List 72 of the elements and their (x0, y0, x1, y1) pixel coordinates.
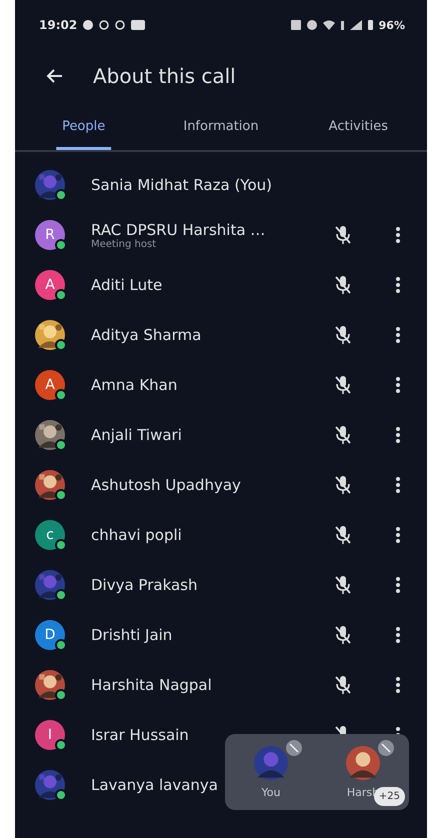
vibrate-icon (340, 20, 344, 30)
participant-role: Meeting host (91, 238, 158, 250)
more-icon[interactable] (395, 325, 401, 345)
online-dot (55, 689, 67, 701)
mic-off-icon (378, 740, 394, 756)
more-icon[interactable] (395, 525, 401, 545)
nfc-icon (290, 20, 301, 30)
tab[interactable]: People (56, 102, 112, 150)
more-icon[interactable] (395, 275, 401, 295)
avatar: c (35, 520, 65, 550)
more-icon[interactable] (395, 475, 401, 495)
avatar: A (35, 270, 65, 300)
mic-off-icon[interactable] (333, 224, 353, 246)
online-dot (55, 439, 67, 451)
participant-name: Anjali Tiwari (91, 426, 182, 444)
signal-icon (350, 20, 362, 30)
participant-name: RAC DPSRU Harshita … (91, 220, 266, 238)
participant-name: Israr Hussain (91, 726, 189, 744)
more-icon[interactable] (395, 575, 401, 595)
avatar: I (35, 720, 65, 750)
participant-name: Amna Khan (91, 376, 178, 394)
status-time: 19:02 (39, 18, 78, 32)
online-dot (55, 589, 67, 601)
more-icon[interactable] (395, 425, 401, 445)
mic-off-icon[interactable] (333, 374, 353, 396)
online-dot (55, 739, 67, 751)
more-icon[interactable] (395, 675, 401, 695)
online-dot (55, 339, 67, 351)
mic-off-icon[interactable] (333, 324, 353, 346)
participant-name: Drishti Jain (91, 626, 172, 644)
gear-icon (83, 20, 94, 30)
more-icon[interactable] (395, 225, 401, 245)
participant-name: Sania Midhat Raza (You) (91, 176, 272, 194)
avatar: D (35, 620, 65, 650)
battery-icon (368, 20, 373, 30)
mic-off-icon[interactable] (333, 424, 353, 446)
participant-name: Harshita Nagpal (91, 676, 212, 694)
more-icon[interactable] (395, 625, 401, 645)
wifi-icon (322, 20, 335, 30)
tab[interactable]: Activities (290, 102, 427, 150)
online-dot (55, 289, 67, 301)
online-dot (55, 639, 67, 651)
participant-name: Ashutosh Upadhyay (91, 476, 241, 494)
participant-name: Lavanya lavanya (91, 776, 218, 794)
tab[interactable]: Information (152, 102, 290, 150)
battery-level: 96% (378, 18, 405, 32)
mic-off-icon[interactable] (333, 274, 353, 296)
avatar: R (35, 220, 65, 250)
avatar: A (35, 370, 65, 400)
tile-label: You (262, 786, 280, 798)
mic-off-icon[interactable] (333, 674, 353, 696)
mic-off-icon[interactable] (333, 624, 353, 646)
participant-name: Aditya Sharma (91, 326, 202, 344)
online-dot (55, 389, 67, 401)
participant-name: chhavi popli (91, 526, 182, 544)
mic-off-icon[interactable] (333, 524, 353, 546)
online-dot (55, 189, 67, 201)
more-icon[interactable] (395, 375, 401, 395)
mic-off-icon[interactable] (333, 474, 353, 496)
participant-name: Divya Prakash (91, 576, 198, 594)
page-title: About this call (93, 64, 236, 88)
online-dot (55, 239, 67, 251)
online-dot (55, 539, 67, 551)
online-dot (55, 789, 67, 801)
online-dot (55, 489, 67, 501)
sync-icon (99, 20, 110, 30)
participant-name: Aditi Lute (91, 276, 162, 294)
video-icon (131, 20, 146, 30)
mic-off-icon (286, 740, 302, 756)
mic-off-icon[interactable] (333, 574, 353, 596)
chat-icon (115, 20, 126, 30)
shield-icon (306, 20, 317, 30)
